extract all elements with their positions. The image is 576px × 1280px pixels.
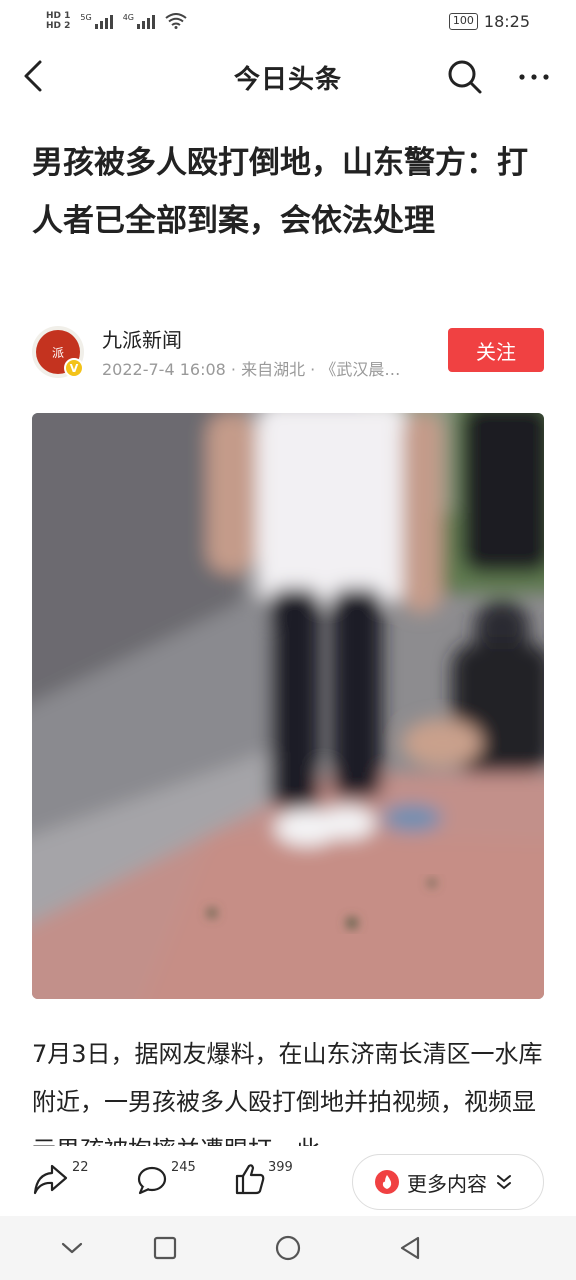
avatar[interactable]: 派 V <box>32 326 84 378</box>
signal-5g-icon: 5G <box>80 13 113 29</box>
fire-icon <box>375 1170 399 1194</box>
search-icon[interactable] <box>446 58 484 96</box>
sim2-label: 2 <box>64 21 71 31</box>
like-count: 399 <box>268 1160 293 1175</box>
thumbs-up-icon <box>235 1164 265 1195</box>
net2-label: 4G <box>122 13 135 22</box>
like-button[interactable]: 399 <box>234 1158 293 1202</box>
net1-label: 5G <box>80 13 92 22</box>
chevron-down-icon <box>497 1175 511 1190</box>
article-body: 7月3日，据网友爆料，在山东济南长清区一水库附近，一男孩被多人殴打倒地并拍视频，… <box>32 1040 543 1146</box>
sim1-label: 1 <box>64 11 71 21</box>
top-nav: 今日头条 <box>0 42 576 112</box>
article-action-bar: 22 245 399 更多内容 <box>0 1146 576 1216</box>
comment-count: 245 <box>171 1160 196 1175</box>
status-bar-left: HD 1 HD 2 5G 4G <box>46 11 187 31</box>
app-title: 今日头条 <box>233 64 342 95</box>
comment-button[interactable]: 245 <box>137 1158 196 1202</box>
share-count: 22 <box>72 1160 89 1175</box>
author-row: 派 V 九派新闻 2022-7-4 16:08 · 来自湖北 · 《武汉晨… 关… <box>32 324 544 380</box>
back-arrow-icon[interactable] <box>18 58 54 94</box>
wifi-icon <box>165 13 187 29</box>
more-content-label: 更多内容 <box>407 1171 487 1196</box>
comment-icon <box>137 1166 167 1195</box>
status-bar-right: 100 18:25 <box>448 11 530 31</box>
system-nav-bar <box>0 1216 576 1280</box>
hd-indicator: HD 1 HD 2 <box>46 11 70 31</box>
more-dots-icon[interactable] <box>514 58 554 96</box>
signal-4g-icon: 4G <box>122 13 156 29</box>
hd2-label: HD <box>46 21 62 31</box>
share-button[interactable]: 22 <box>32 1158 89 1202</box>
back-triangle-icon[interactable] <box>396 1234 424 1262</box>
article-image[interactable] <box>32 413 544 999</box>
hide-keyboard-icon[interactable] <box>58 1234 86 1262</box>
hd1-label: HD <box>46 11 62 21</box>
article-headline: 男孩被多人殴打倒地，山东警方：打人者已全部到案，会依法处理 <box>32 145 528 239</box>
more-content-button[interactable]: 更多内容 <box>352 1154 544 1210</box>
home-icon[interactable] <box>274 1234 302 1262</box>
clock: 18:25 <box>483 11 530 31</box>
author-name[interactable]: 九派新闻 <box>102 324 182 353</box>
share-icon <box>33 1164 68 1195</box>
article-meta: 2022-7-4 16:08 · 来自湖北 · 《武汉晨… <box>102 360 401 379</box>
follow-button[interactable]: 关注 <box>448 328 544 372</box>
verified-badge-icon: V <box>64 358 84 378</box>
battery-icon: 100 <box>448 12 478 30</box>
recents-icon[interactable] <box>151 1234 179 1262</box>
status-bar: HD 1 HD 2 5G 4G 100 18:25 <box>0 0 576 42</box>
